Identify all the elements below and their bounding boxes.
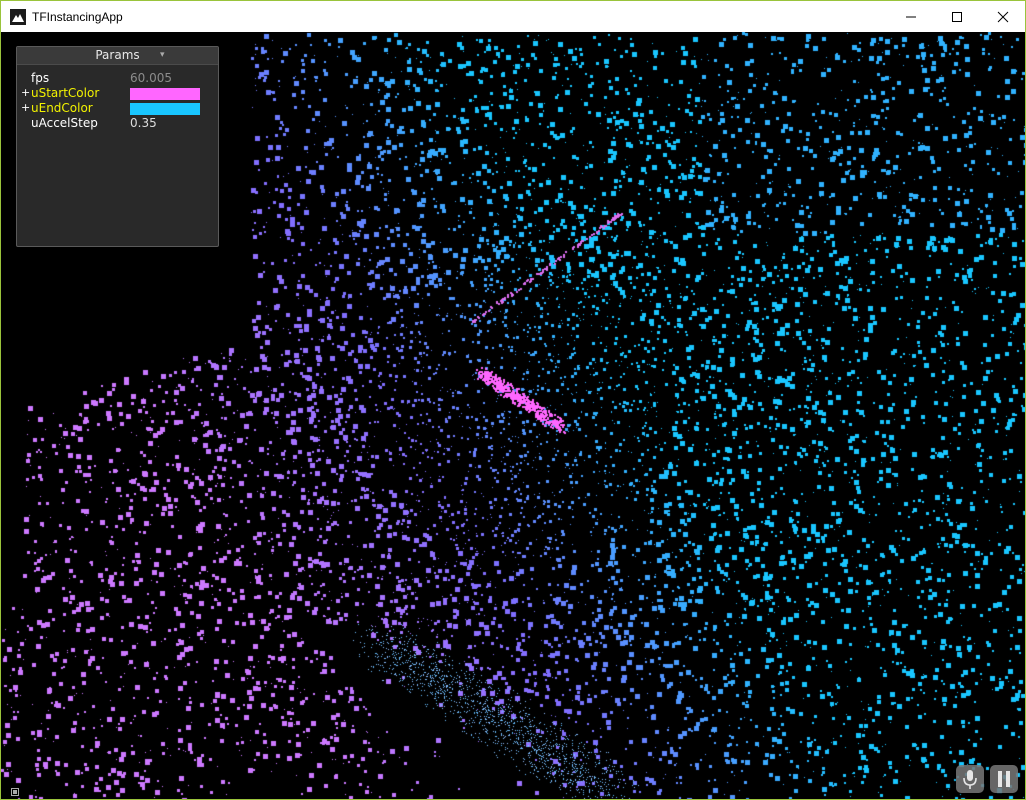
window-title: TFInstancingApp xyxy=(32,10,123,24)
pause-button[interactable] xyxy=(990,765,1018,793)
param-label: uAccelStep xyxy=(31,116,98,130)
params-panel[interactable]: Params ▾ fps 60.005 + uStartColor + uEnd… xyxy=(16,46,219,247)
close-button[interactable] xyxy=(980,1,1025,32)
color-swatch[interactable] xyxy=(130,88,200,100)
param-row-fps: fps 60.005 xyxy=(17,71,218,86)
param-label: fps xyxy=(31,71,50,85)
param-label: uStartColor xyxy=(31,86,100,100)
maximize-button[interactable] xyxy=(934,1,980,32)
render-viewport[interactable]: Params ▾ fps 60.005 + uStartColor + uEnd… xyxy=(1,32,1025,799)
close-icon xyxy=(997,11,1009,22)
app-window: TFInstancingApp Params ▾ fps 60.005 + uS… xyxy=(0,0,1026,800)
param-row-uaccelstep[interactable]: uAccelStep 0.35 xyxy=(17,116,218,131)
info-icon[interactable] xyxy=(11,781,19,796)
params-title: Params xyxy=(95,48,140,62)
param-value-input[interactable]: 0.35 xyxy=(130,116,157,131)
minimize-button[interactable] xyxy=(888,1,934,32)
minimize-icon xyxy=(906,16,916,17)
title-bar[interactable]: TFInstancingApp xyxy=(1,1,1025,32)
app-icon xyxy=(10,9,26,25)
expand-icon[interactable]: + xyxy=(21,85,30,100)
color-swatch[interactable] xyxy=(130,103,200,115)
maximize-icon xyxy=(952,11,962,22)
param-value: 60.005 xyxy=(130,71,172,85)
expand-icon[interactable]: + xyxy=(21,100,30,115)
microphone-button[interactable] xyxy=(956,765,984,793)
params-header[interactable]: Params ▾ xyxy=(17,47,218,65)
microphone-icon xyxy=(963,770,977,789)
param-row-uendcolor[interactable]: + uEndColor xyxy=(17,101,218,116)
collapse-icon[interactable]: ▾ xyxy=(160,50,165,60)
param-label: uEndColor xyxy=(31,101,93,115)
pause-icon xyxy=(998,771,1010,787)
param-row-ustartcolor[interactable]: + uStartColor xyxy=(17,86,218,101)
